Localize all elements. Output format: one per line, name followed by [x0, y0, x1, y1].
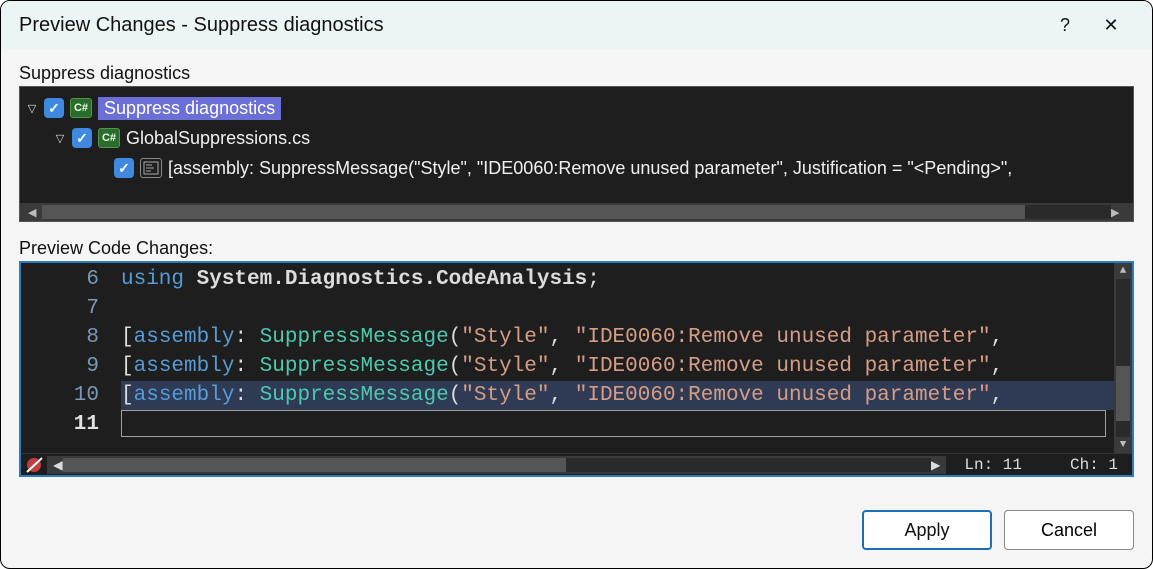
tree-root-row[interactable]: ▽ ✓ C# Suppress diagnostics [26, 93, 1127, 123]
preview-changes-dialog: Preview Changes - Suppress diagnostics ?… [0, 0, 1153, 569]
tree-item-label: [assembly: SuppressMessage("Style", "IDE… [168, 158, 1012, 179]
dialog-buttons: Apply Cancel [1, 496, 1152, 568]
expand-icon[interactable]: ▽ [54, 132, 66, 144]
scroll-thumb[interactable] [42, 205, 1025, 219]
scroll-track[interactable] [1116, 279, 1130, 437]
close-button[interactable]: ✕ [1088, 1, 1134, 49]
scroll-right-icon[interactable]: ▶ [1111, 206, 1125, 219]
line-number: 10 [21, 381, 99, 410]
scroll-track[interactable] [63, 458, 931, 472]
checkbox[interactable]: ✓ [114, 158, 134, 178]
line-number: 11 [1003, 456, 1022, 474]
expand-icon[interactable]: ▽ [26, 102, 38, 114]
code-line [121, 294, 1114, 323]
line-number: 7 [21, 294, 99, 323]
preview-section-label: Preview Code Changes: [19, 238, 1134, 259]
scroll-left-icon[interactable]: ◀ [28, 206, 42, 219]
col-number: 1 [1108, 456, 1118, 474]
scroll-track[interactable] [42, 205, 1111, 219]
code-preview: 67891011 using System.Diagnostics.CodeAn… [19, 261, 1134, 477]
line-number: 6 [21, 265, 99, 294]
code-node-icon [140, 158, 162, 178]
code-v-scrollbar[interactable]: ▲ ▼ [1114, 263, 1132, 453]
tree-file-row[interactable]: ▽ ✓ C# GlobalSuppressions.cs [26, 123, 1127, 153]
scroll-up-icon[interactable]: ▲ [1120, 263, 1127, 279]
tree-file-label: GlobalSuppressions.cs [126, 128, 310, 149]
help-button[interactable]: ? [1042, 1, 1088, 49]
tree-section-label: Suppress diagnostics [19, 63, 1134, 84]
line-number: 11 [21, 410, 99, 439]
code-status-bar: ◀ ▶ Ln: 11 Ch: 1 [21, 453, 1132, 475]
code-line: [assembly: SuppressMessage("Style", "IDE… [121, 381, 1114, 410]
changes-tree: ▽ ✓ C# Suppress diagnostics ▽ ✓ C# Globa… [19, 86, 1134, 222]
line-label: Ln: [964, 456, 1002, 474]
scroll-thumb[interactable] [1116, 366, 1130, 421]
code-lines[interactable]: using System.Diagnostics.CodeAnalysis; [… [121, 263, 1114, 453]
tree-h-scrollbar[interactable]: ◀ ▶ [20, 203, 1133, 221]
no-issues-icon[interactable] [23, 455, 47, 475]
tree-item-row[interactable]: ✓ [assembly: SuppressMessage("Style", "I… [26, 153, 1127, 183]
tree-body: ▽ ✓ C# Suppress diagnostics ▽ ✓ C# Globa… [20, 87, 1133, 203]
tree-root-label: Suppress diagnostics [98, 97, 281, 120]
scroll-down-icon[interactable]: ▼ [1120, 437, 1127, 453]
checkbox[interactable]: ✓ [44, 98, 64, 118]
dialog-title: Preview Changes - Suppress diagnostics [19, 14, 1042, 37]
code-line: using System.Diagnostics.CodeAnalysis; [121, 265, 1114, 294]
checkbox[interactable]: ✓ [72, 128, 92, 148]
apply-button[interactable]: Apply [862, 510, 992, 550]
cursor-position: Ln: 11 Ch: 1 [946, 456, 1132, 474]
titlebar: Preview Changes - Suppress diagnostics ?… [1, 1, 1152, 49]
code-body: 67891011 using System.Diagnostics.CodeAn… [21, 263, 1132, 453]
csharp-file-icon: C# [98, 128, 120, 148]
scroll-right-icon[interactable]: ▶ [931, 455, 941, 475]
code-line: [assembly: SuppressMessage("Style", "IDE… [121, 323, 1114, 352]
csharp-icon: C# [70, 98, 92, 118]
cancel-button[interactable]: Cancel [1004, 510, 1134, 550]
line-number-gutter: 67891011 [21, 263, 121, 453]
line-number: 8 [21, 323, 99, 352]
code-h-scrollbar[interactable]: ◀ ▶ [47, 456, 946, 474]
code-line: [assembly: SuppressMessage("Style", "IDE… [121, 352, 1114, 381]
scroll-thumb[interactable] [63, 458, 566, 472]
col-label: Ch: [1070, 456, 1108, 474]
line-number: 9 [21, 352, 99, 381]
dialog-content: Suppress diagnostics ▽ ✓ C# Suppress dia… [1, 49, 1152, 496]
code-line [121, 410, 1106, 437]
scroll-left-icon[interactable]: ◀ [53, 455, 63, 475]
